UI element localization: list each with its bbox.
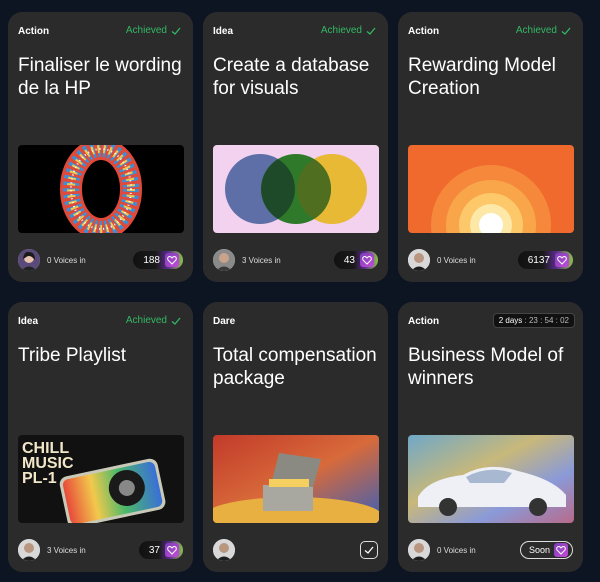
vote-count: 37 bbox=[148, 544, 160, 556]
avatar-man-icon[interactable] bbox=[408, 539, 430, 561]
treasure-chest-image bbox=[213, 435, 379, 523]
countdown-timer: 2 days : 23 : 54 : 02 bbox=[492, 313, 575, 328]
heart-icon bbox=[554, 543, 568, 557]
vote-count: 6137 bbox=[527, 254, 550, 266]
card-tag: Idea bbox=[213, 26, 234, 37]
card-rewarding-model[interactable]: Action Achieved Rewarding Model Creation… bbox=[398, 12, 583, 282]
vote-pill[interactable]: 37 bbox=[138, 541, 183, 559]
avatar-man-icon[interactable] bbox=[408, 249, 430, 271]
status-label: Achieved bbox=[125, 315, 167, 326]
check-icon bbox=[366, 27, 376, 35]
chill-music-image: CHILL MUSIC PL-1 bbox=[18, 435, 184, 523]
achieved-status: Achieved bbox=[321, 25, 376, 36]
card-grid: Action Achieved Finaliser le wording de … bbox=[8, 12, 583, 572]
card-total-compensation[interactable]: Dare Total compensation package bbox=[203, 302, 388, 572]
striped-zero-image bbox=[18, 145, 184, 233]
voices-count: 0 Voices in bbox=[47, 255, 86, 265]
heart-icon bbox=[165, 253, 179, 267]
card-tag: Action bbox=[408, 316, 440, 327]
venn-circles-image bbox=[213, 145, 379, 233]
check-button-icon[interactable] bbox=[360, 541, 378, 559]
card-title: Tribe Playlist bbox=[18, 345, 127, 366]
vote-pill[interactable]: 188 bbox=[133, 251, 183, 269]
check-icon bbox=[171, 27, 181, 35]
timer-days: 2 days bbox=[498, 316, 523, 325]
vote-pill[interactable]: 43 bbox=[333, 251, 378, 269]
card-footer: 3 Voices in 37 bbox=[18, 539, 183, 561]
heart-icon bbox=[555, 253, 569, 267]
card-title: Total compensation package bbox=[213, 345, 377, 389]
card-finaliser-wording[interactable]: Action Achieved Finaliser le wording de … bbox=[8, 12, 193, 282]
soon-label: Soon bbox=[528, 545, 550, 555]
card-database-visuals[interactable]: Idea Achieved Create a database for visu… bbox=[203, 12, 388, 282]
avatar-man-icon[interactable] bbox=[213, 249, 235, 271]
card-footer: 0 Voices in 6137 bbox=[408, 249, 573, 271]
card-title: Finaliser le wording de la HP bbox=[18, 55, 182, 99]
status-label: Achieved bbox=[320, 25, 362, 36]
card-footer: 0 Voices in 188 bbox=[18, 249, 183, 271]
card-tag: Idea bbox=[18, 316, 39, 327]
soon-button[interactable]: Soon bbox=[519, 541, 573, 559]
sunset-gradient-image bbox=[408, 145, 574, 233]
card-tag: Action bbox=[408, 26, 440, 37]
avatar-woman-icon[interactable] bbox=[18, 249, 40, 271]
card-title: Business Model of winners bbox=[408, 345, 564, 389]
heart-icon bbox=[165, 543, 179, 557]
card-footer: 0 Voices in Soon bbox=[408, 539, 573, 561]
achieved-status: Achieved bbox=[516, 25, 571, 36]
vote-pill[interactable]: 6137 bbox=[517, 251, 573, 269]
status-label: Achieved bbox=[125, 25, 167, 36]
card-footer bbox=[213, 539, 378, 561]
achieved-status: Achieved bbox=[126, 25, 181, 36]
heart-icon bbox=[360, 253, 374, 267]
card-business-model[interactable]: Action 2 days : 23 : 54 : 02 Business Mo… bbox=[398, 302, 583, 572]
card-footer: 3 Voices in 43 bbox=[213, 249, 378, 271]
card-tag: Action bbox=[18, 26, 50, 37]
avatar-man-icon[interactable] bbox=[18, 539, 40, 561]
card-title: Rewarding Model Creation bbox=[408, 55, 556, 99]
voices-count: 3 Voices in bbox=[242, 255, 281, 265]
vote-count: 43 bbox=[343, 254, 355, 266]
card-tribe-playlist[interactable]: Idea Achieved Tribe Playlist CHILL MUSIC… bbox=[8, 302, 193, 572]
voices-count: 0 Voices in bbox=[437, 255, 476, 265]
pl-text: PL-1 bbox=[22, 470, 57, 487]
avatar-man-icon[interactable] bbox=[213, 539, 235, 561]
card-title: Create a database for visuals bbox=[213, 55, 370, 99]
achieved-status: Achieved bbox=[126, 315, 181, 326]
timer-time: : 23 : 54 : 02 bbox=[524, 316, 569, 325]
check-icon bbox=[561, 27, 571, 35]
car-painting-image bbox=[408, 435, 574, 523]
voices-count: 3 Voices in bbox=[47, 545, 86, 555]
card-tag: Dare bbox=[213, 316, 236, 327]
voices-count: 0 Voices in bbox=[437, 545, 476, 555]
vote-count: 188 bbox=[143, 254, 160, 266]
status-label: Achieved bbox=[515, 25, 557, 36]
check-icon bbox=[171, 317, 181, 325]
